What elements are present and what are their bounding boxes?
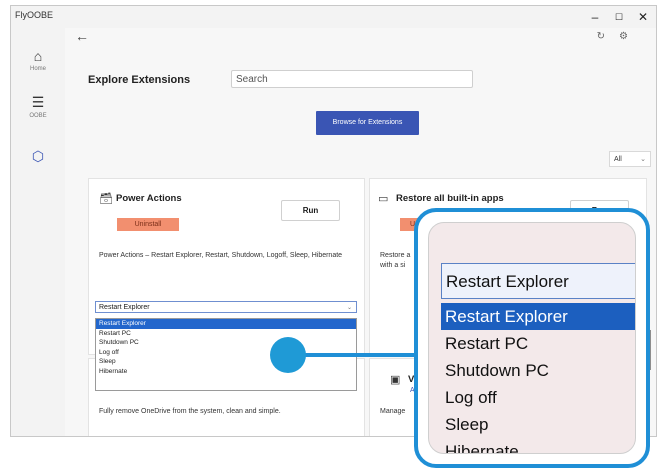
chevron-down-icon: ⌄ xyxy=(346,305,352,311)
zoom-content: Restart Explorer Restart Explorer Restar… xyxy=(428,222,636,454)
card-description: Fully remove OneDrive from the system, c… xyxy=(99,408,281,415)
option-restart-explorer[interactable]: Restart Explorer xyxy=(96,319,356,329)
maximize-button[interactable]: ☐ xyxy=(608,8,630,26)
zoomed-option: Hibernate xyxy=(445,442,519,454)
gear-icon[interactable]: ⚙ xyxy=(619,31,642,42)
filter-select[interactable]: All ⌄ xyxy=(609,151,651,167)
option-shutdown-pc[interactable]: Shutdown PC xyxy=(96,338,356,348)
title-bar: FlyOOBE – ☐ ✕ xyxy=(11,6,656,28)
zoom-callout: Restart Explorer Restart Explorer Restar… xyxy=(414,208,650,468)
zoomed-options: Restart Explorer Restart PC Shutdown PC … xyxy=(441,303,635,454)
card-description: Manage xyxy=(380,408,406,415)
option-hibernate[interactable]: Hibernate xyxy=(96,367,356,377)
sidebar-item-home[interactable]: ⌂ Home xyxy=(11,48,65,72)
select-value: Restart Explorer xyxy=(99,304,150,311)
sidebar-item-oobe[interactable]: ☰ OOBE xyxy=(11,94,65,119)
card-icon: ▣ xyxy=(390,374,401,386)
refresh-icon[interactable]: ↻ xyxy=(597,31,619,42)
chevron-down-icon: ⌄ xyxy=(640,156,646,163)
page-title: Explore Extensions xyxy=(88,74,191,86)
browse-extensions-button[interactable]: Browse for Extensions xyxy=(316,111,419,135)
card-description: Power Actions – Restart Explorer, Restar… xyxy=(99,252,343,259)
zoomed-option: Sleep xyxy=(445,415,489,434)
sidebar: ⌂ Home ☰ OOBE ⬡ xyxy=(11,28,65,436)
run-button[interactable]: Run xyxy=(281,200,340,221)
option-restart-pc[interactable]: Restart PC xyxy=(96,329,356,339)
search-input[interactable]: Search xyxy=(231,70,473,88)
card-title: Restore all built-in apps xyxy=(396,193,504,204)
power-action-select[interactable]: Restart Explorer ⌄ xyxy=(95,301,357,313)
window-title: FlyOOBE xyxy=(15,10,54,20)
card-description-line2: with a si xyxy=(380,262,406,269)
sidebar-item-label: OOBE xyxy=(29,113,47,119)
header-actions: ↻⚙ xyxy=(597,31,642,42)
filter-value: All xyxy=(614,156,622,163)
callout-dot xyxy=(270,337,306,373)
power-icon: 🗃 xyxy=(99,193,113,205)
zoomed-option: Restart PC xyxy=(445,334,529,353)
zoomed-select: Restart Explorer xyxy=(441,263,635,299)
close-button[interactable]: ✕ xyxy=(632,8,654,26)
back-arrow-icon[interactable]: ← xyxy=(75,28,89,44)
puzzle-icon: ⬡ xyxy=(31,148,45,164)
card-description-line1: Restore a xyxy=(380,252,411,259)
uninstall-button[interactable]: Uninstall xyxy=(117,218,179,231)
card-title: Power Actions xyxy=(116,193,182,204)
zoomed-option: Log off xyxy=(445,388,497,407)
minimize-button[interactable]: – xyxy=(584,8,606,26)
home-icon: ⌂ xyxy=(33,48,43,64)
option-sleep[interactable]: Sleep xyxy=(96,357,356,367)
sidebar-item-extensions[interactable]: ⬡ xyxy=(11,148,65,165)
window-icon: ▭ xyxy=(378,193,389,205)
zoomed-option: Restart Explorer xyxy=(441,303,635,330)
zoomed-option: Shutdown PC xyxy=(445,361,549,380)
sidebar-item-label: Home xyxy=(29,66,46,72)
list-icon: ☰ xyxy=(31,94,45,110)
